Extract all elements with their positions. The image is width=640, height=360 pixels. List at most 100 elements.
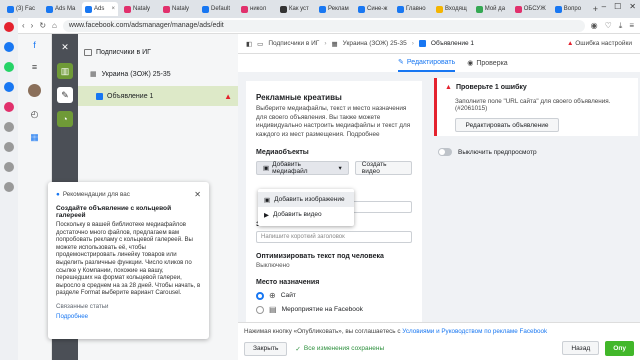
favicon-icon	[163, 5, 170, 13]
home-icon[interactable]: ⌂	[52, 21, 57, 30]
pencil-icon: ✎	[398, 59, 404, 66]
browser-tab[interactable]: Входящ	[433, 2, 470, 16]
caret-down-icon: ▾	[338, 165, 342, 172]
browser-tab[interactable]: ОБСУЖ	[512, 2, 549, 16]
breadcrumb-ad[interactable]: Объявление 1	[431, 40, 474, 47]
tree-adset[interactable]: ▦ Украина (ЗОЖ) 25-35	[78, 64, 238, 84]
camera-icon[interactable]: ◉	[591, 21, 598, 31]
terms-link[interactable]: Условиями и Руководством по рекламе Face…	[402, 328, 547, 335]
panel-toggle-icon[interactable]: ◧	[246, 40, 252, 48]
browser-tab[interactable]: Ads Ma	[43, 2, 79, 16]
video-icon: ▶	[264, 211, 269, 219]
tab-review[interactable]: ◉ Проверка	[467, 54, 507, 72]
vk-icon[interactable]	[4, 82, 14, 92]
publish-button[interactable]: Опу	[605, 341, 634, 356]
messenger-icon[interactable]	[4, 42, 14, 52]
facebook-icon[interactable]: f	[33, 40, 36, 50]
browser-tab-title: Как уст	[289, 6, 309, 12]
favicon-icon	[124, 5, 131, 13]
new-tab-icon[interactable]: +	[593, 4, 598, 14]
add-media-button[interactable]: ▣ Добавить медиафайл ▾	[256, 161, 349, 175]
add-media-label: Добавить медиафайл	[272, 161, 308, 175]
browser-tab[interactable]: Default	[199, 2, 235, 16]
back-button[interactable]: Назад	[562, 341, 600, 355]
dashboard-icon[interactable]: ◴	[31, 109, 39, 120]
radio-unselected[interactable]	[256, 305, 264, 314]
forward-icon[interactable]: ›	[31, 21, 34, 30]
maximize-icon[interactable]: ☐	[614, 2, 621, 11]
preview-toggle-label: Выключить предпросмотр	[458, 148, 537, 156]
publish-button-label: Опу	[613, 345, 626, 352]
browser-tab[interactable]: Главно	[394, 2, 430, 16]
toggle-switch[interactable]	[438, 148, 452, 156]
close-tab-icon[interactable]: ×	[111, 6, 115, 12]
close-button[interactable]: Закрыть	[244, 341, 288, 356]
browser-tab[interactable]: Ads ×	[82, 2, 118, 16]
browser-tab[interactable]: (3) Fac	[4, 2, 40, 16]
breadcrumb-adset[interactable]: Украина (ЗОЖ) 25-35	[343, 40, 407, 47]
settings-icon[interactable]	[4, 182, 14, 192]
tree-campaign[interactable]: Подписчики в ИГ	[78, 42, 238, 62]
media-field[interactable]	[352, 201, 412, 213]
table-icon[interactable]: ▦	[30, 132, 39, 143]
learn-more-link[interactable]: Подробнее	[56, 313, 201, 320]
media-label: Медиаобъекты	[256, 149, 309, 156]
tab-edit[interactable]: ✎ Редактировать	[398, 54, 456, 72]
headline-placeholder: Напишите короткий заголовок	[261, 234, 345, 240]
radio-selected[interactable]	[256, 291, 264, 300]
heart-outline-icon[interactable]: ♡	[605, 21, 612, 31]
close-icon[interactable]: ✕	[194, 190, 201, 199]
browser-tab-title: (3) Fac	[16, 6, 36, 12]
breadcrumb-campaign[interactable]: Подписчики в ИГ	[268, 40, 319, 47]
menu-add-video-label: Добавить видео	[273, 211, 322, 218]
setup-error-link[interactable]: ▲ Ошибка настройки	[567, 40, 632, 47]
opera-sidebar	[0, 18, 18, 360]
clock-history-icon[interactable]: ◔	[57, 111, 73, 127]
browser-tab[interactable]: Как уст	[277, 2, 313, 16]
terms-prefix: Нажимая кнопку «Опубликовать», вы соглаш…	[244, 328, 401, 335]
browser-tab[interactable]: Nataly	[121, 2, 157, 16]
chart-icon[interactable]: ▥	[57, 63, 73, 79]
preview-toggle[interactable]: Выключить предпросмотр	[438, 148, 537, 156]
clock-icon[interactable]	[4, 122, 14, 132]
menu-add-image-label: Добавить изображение	[274, 196, 345, 203]
ad-icon	[418, 40, 426, 47]
browser-tab-title: Вопро	[563, 6, 582, 12]
opera-logo-icon[interactable]	[4, 22, 14, 32]
favicon-icon	[202, 5, 209, 13]
avatar[interactable]	[28, 84, 41, 97]
close-editor-icon[interactable]: ✕	[57, 39, 73, 55]
warning-icon: ▲	[445, 84, 452, 91]
back-icon[interactable]: ‹	[22, 21, 25, 30]
browser-tab[interactable]: Сине-ж	[355, 2, 391, 16]
headline-input[interactable]: Напишите короткий заголовок	[256, 231, 412, 243]
download-icon[interactable]: ⤓	[619, 21, 623, 31]
browser-tab[interactable]: Nataly	[160, 2, 196, 16]
whatsapp-icon[interactable]	[4, 62, 14, 72]
create-video-button[interactable]: Создать видео	[354, 161, 412, 175]
destination-site-option[interactable]: ⊕ Сайт	[256, 291, 412, 300]
breadcrumb: ◧ ▭ Подписчики в ИГ › ▦ Украина (ЗОЖ) 25…	[238, 34, 640, 54]
cube-icon[interactable]	[4, 162, 14, 172]
menu-add-image[interactable]: ▣ Добавить изображение	[258, 192, 354, 207]
reload-icon[interactable]: ↻	[39, 21, 46, 30]
hamburger-icon[interactable]: ≡	[32, 62, 37, 72]
minimize-icon[interactable]: –	[602, 2, 606, 11]
favicon-icon	[554, 5, 562, 13]
instagram-icon[interactable]	[4, 102, 14, 112]
browser-tab[interactable]: Мой да	[473, 2, 509, 16]
destination-event-option[interactable]: ▤ Мероприятие на Facebook	[256, 305, 412, 314]
edit-ad-button[interactable]: Редактировать объявление	[455, 118, 559, 132]
browser-tab[interactable]: Вопро	[552, 2, 588, 16]
heart-icon[interactable]	[4, 142, 14, 152]
globe-icon: ⊕	[269, 291, 276, 300]
url-input[interactable]: www.facebook.com/adsmanager/manage/ads/e…	[62, 19, 585, 32]
browser-tab[interactable]: никол	[238, 2, 274, 16]
saved-label: Все изменения сохранены	[303, 345, 385, 352]
menu-add-video[interactable]: ▶ Добавить видео	[258, 207, 354, 222]
close-window-icon[interactable]: ✕	[629, 2, 636, 11]
pencil-icon[interactable]: ✎	[57, 87, 73, 103]
tree-ad[interactable]: Объявление 1 ▲	[78, 86, 238, 106]
menu-icon[interactable]: ≡	[629, 21, 634, 31]
browser-tab[interactable]: Реклам	[316, 2, 352, 16]
